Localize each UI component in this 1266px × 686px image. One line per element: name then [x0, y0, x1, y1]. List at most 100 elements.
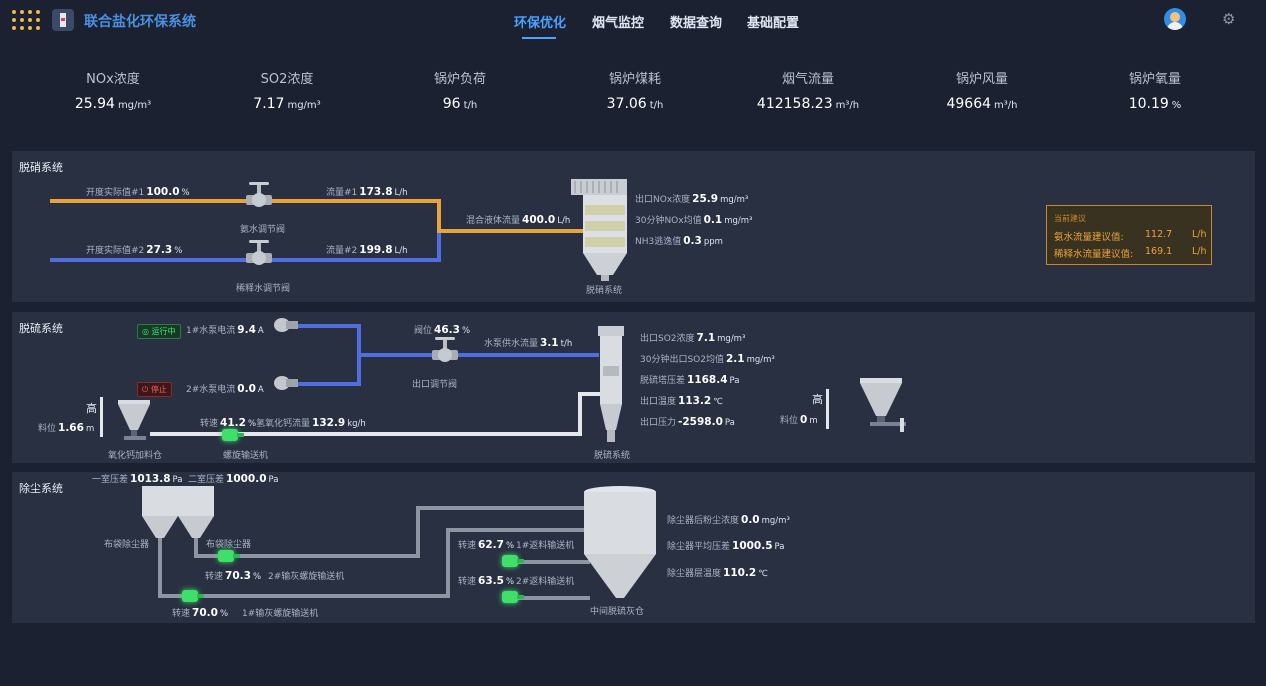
- ash-pipe: [416, 506, 420, 558]
- dilution-water-valve[interactable]: [246, 240, 272, 270]
- outlet-so2-readout: 出口SO2浓度 7.1 mg/m³: [640, 332, 746, 344]
- water-pump-2[interactable]: [274, 374, 298, 392]
- tab-data-query[interactable]: 数据查询: [670, 12, 722, 31]
- lime-feed-pipe: [578, 392, 582, 436]
- bag-filter-1-label: 布袋除尘器: [104, 540, 150, 550]
- lime-feed-pipe: [150, 432, 582, 436]
- pump1-current-readout: 1#水泵电流 9.4 A: [186, 324, 264, 336]
- hopper2-level-high: 高: [812, 393, 823, 406]
- kpi-unit: mg/m³: [287, 100, 321, 111]
- ammonia-suggestion: 氨水流量建议值: 112.7 L/h: [1054, 229, 1207, 243]
- room1-dp-readout: 一室压差 1013.8 Pa: [92, 473, 183, 485]
- tower-dp-readout: 脱硫塔压差 1168.4 Pa: [640, 374, 740, 386]
- water-pipe: [437, 233, 441, 262]
- ammonia-valve[interactable]: [246, 182, 272, 212]
- tab-flue-gas-monitoring[interactable]: 烟气监控: [592, 12, 644, 31]
- kpi-value: 37.06: [606, 96, 647, 112]
- desulfurization-tower[interactable]: [596, 326, 626, 444]
- app-logo-icon: [52, 9, 74, 31]
- ash-pipe: [416, 506, 586, 510]
- kpi-label: 锅炉负荷: [433, 72, 486, 87]
- tab-env-optimization[interactable]: 环保优化: [514, 12, 566, 31]
- ash-pipe: [446, 528, 586, 532]
- pump1-status-badge: ◎ 运行中: [137, 324, 181, 339]
- desulfurization-ash-hopper[interactable]: [856, 378, 908, 434]
- conv1-speed-readout: 转速 62.7%: [458, 539, 515, 551]
- ammonia-pipe: [50, 199, 440, 203]
- kpi-label: 锅炉风量: [955, 72, 1008, 87]
- nh3-slip-readout: NH3逃逸值 0.3 ppm: [635, 235, 723, 247]
- ash-pipe: [158, 538, 162, 598]
- flow2-readout: 流量#2 199.8 L/h: [326, 244, 408, 256]
- hopper2-level-bar: [826, 389, 829, 429]
- suggestion-header: 当前建议: [1054, 214, 1086, 223]
- bag-temp-readout: 除尘器层温度 110.2 ℃: [667, 567, 768, 579]
- valve1-label: 氨水调节阀: [240, 225, 286, 235]
- avg-dp-readout: 除尘器平均压差 1000.5 Pa: [667, 540, 785, 552]
- outlet-valve-label: 出口调节阀: [412, 380, 458, 390]
- panel-title: 脱硝系统: [19, 161, 63, 174]
- valve-position-readout: 阀位 46.3%: [414, 324, 471, 336]
- mix-flow-readout: 混合液体流量 400.0 L/h: [466, 214, 571, 226]
- water-suggestion: 稀释水流量建议值: 169.1 L/h: [1054, 246, 1207, 260]
- kpi-unit: t/h: [649, 100, 664, 111]
- kpi-unit: %: [1171, 100, 1182, 111]
- kpi-unit: mg/m³: [117, 100, 152, 111]
- avatar[interactable]: [1164, 8, 1186, 30]
- return-conveyor-1-label: 1#返料输送机: [516, 541, 575, 551]
- avg-nox-readout: 30分钟NOx均值 0.1 mg/m³: [635, 214, 753, 226]
- kpi-label: SO2浓度: [260, 72, 314, 87]
- supply-flow-readout: 水泵供水流量 3.1 t/h: [484, 337, 573, 349]
- opening2-readout: 开度实际值#2 27.3%: [86, 244, 183, 256]
- silo-label: 中间脱硫灰仓: [590, 607, 645, 617]
- denitration-tower[interactable]: [569, 179, 629, 283]
- kpi-value: 10.19: [1128, 96, 1169, 112]
- tab-basic-config[interactable]: 基础配置: [747, 12, 799, 31]
- app-grid-icon[interactable]: [12, 10, 40, 30]
- outlet-temp-readout: 出口温度 113.2 ℃: [640, 395, 723, 407]
- suggestion-box: 当前建议 氨水流量建议值: 112.7 L/h 稀释水流量建议值: 169.1 L/h: [1046, 205, 1212, 265]
- mixed-liquid-pipe: [437, 229, 585, 233]
- water-supply-pipe: [361, 353, 599, 357]
- outlet-nox-readout: 出口NOx浓度 25.9 mg/m³: [635, 193, 749, 205]
- dust-conc-readout: 除尘器后粉尘浓度 0.0 mg/m³: [667, 514, 790, 526]
- return-conveyor-2-motor[interactable]: [502, 590, 524, 604]
- kpi-value: 49664: [946, 96, 992, 112]
- screw-conveyor-label: 螺旋输送机: [223, 451, 269, 461]
- screw2-speed-readout: 转速 70.3%: [205, 570, 262, 582]
- app-title: 联合盐化环保系统: [84, 14, 196, 30]
- panel-title: 脱硫系统: [19, 322, 63, 335]
- kpi-flue-flow: 烟气流量 412158.23 m³/h: [723, 68, 893, 112]
- water-pump-1[interactable]: [274, 316, 298, 334]
- avg-so2-readout: 30分钟出口SO2均值 2.1 mg/m³: [640, 353, 775, 365]
- screw-conveyor-motor[interactable]: [222, 428, 244, 442]
- screw-conveyor-2-label: 2#输灰螺旋输送机: [268, 572, 345, 582]
- outlet-regulating-valve[interactable]: [432, 337, 458, 367]
- bag-filter-1[interactable]: [142, 486, 178, 542]
- screw-conveyor-2-motor[interactable]: [218, 549, 240, 563]
- kpi-value: 96: [442, 96, 461, 112]
- kpi-unit: t/h: [463, 100, 478, 111]
- ash-pipe: [446, 528, 450, 598]
- bag-filter-2[interactable]: [178, 486, 214, 542]
- kpi-label: 锅炉煤耗: [608, 72, 661, 87]
- return-conveyor-2-label: 2#返料输送机: [516, 577, 575, 587]
- hopper2-level-readout: 料位 0 m: [780, 414, 818, 426]
- kpi-air-volume: 锅炉风量 49664 m³/h: [897, 68, 1067, 112]
- hopper-level-readout: 料位 1.66 m: [38, 422, 95, 434]
- water-pipe: [50, 258, 440, 262]
- screw-conveyor-1-motor[interactable]: [182, 589, 204, 603]
- return-conveyor-1-motor[interactable]: [502, 554, 524, 568]
- kpi-value: 7.17: [253, 96, 285, 112]
- screw-speed-readout: 转速 41.2%: [200, 417, 257, 429]
- lime-hopper[interactable]: [116, 400, 152, 442]
- kpi-so2: SO2浓度 7.17 mg/m³: [202, 68, 372, 112]
- kpi-label: NOx浓度: [86, 72, 140, 87]
- intermediate-ash-silo[interactable]: [582, 486, 658, 604]
- kpi-value: 412158.23: [756, 96, 833, 112]
- gear-icon[interactable]: ⚙: [1222, 10, 1235, 28]
- lime-hopper-label: 氧化钙加料仓: [108, 451, 163, 461]
- pump2-pipe: [296, 382, 360, 386]
- conv2-speed-readout: 转速 63.5%: [458, 575, 515, 587]
- kpi-unit: m³/h: [835, 100, 860, 111]
